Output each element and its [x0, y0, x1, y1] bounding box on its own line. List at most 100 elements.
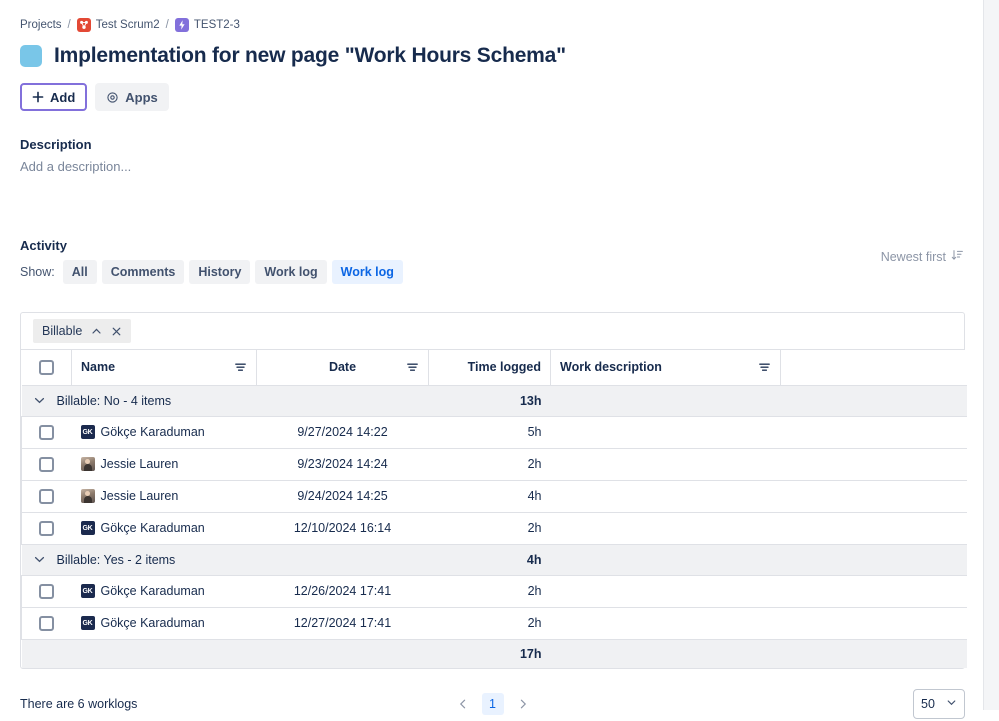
tab-work-log-active[interactable]: Work log	[331, 260, 403, 284]
add-button[interactable]: Add	[20, 83, 88, 111]
chevron-up-icon[interactable]	[91, 326, 102, 337]
filter-chip-bar: Billable	[21, 313, 964, 350]
chevron-down-icon[interactable]	[33, 553, 46, 566]
row-time-cell: 2h	[428, 575, 551, 608]
activity-section: Activity Show: All Comments History Work…	[20, 238, 979, 284]
apps-gear-icon	[106, 91, 119, 104]
filter-icon[interactable]	[406, 361, 419, 374]
close-icon[interactable]	[111, 326, 122, 337]
breadcrumb-issue[interactable]: TEST2-3	[174, 18, 240, 32]
group-row-desc-cell	[550, 544, 781, 576]
row-date-cell: 9/23/2024 14:24	[256, 448, 429, 481]
project-avatar-icon	[76, 18, 91, 32]
add-button-label: Add	[50, 89, 76, 105]
chevron-left-icon[interactable]	[452, 693, 474, 715]
chevron-down-icon[interactable]	[33, 394, 46, 407]
row-name-cell: GK Gökçe Karaduman	[71, 416, 257, 449]
table-row[interactable]: Jessie Lauren 9/24/2024 14:25 4h	[21, 480, 967, 513]
worklog-header-row: Name Date Time logged Work description	[21, 350, 967, 386]
column-header-time-logged[interactable]: Time logged	[428, 350, 551, 386]
group-total: 13h	[428, 385, 551, 417]
row-checkbox[interactable]	[39, 456, 55, 472]
row-checkbox[interactable]	[39, 488, 55, 504]
show-label: Show:	[20, 265, 55, 279]
row-checkbox[interactable]	[39, 615, 55, 631]
row-checkbox[interactable]	[39, 424, 55, 440]
sort-order-control[interactable]: Newest first	[881, 249, 963, 264]
chevron-right-icon[interactable]	[512, 693, 534, 715]
apps-button[interactable]: Apps	[95, 83, 169, 111]
column-header-name[interactable]: Name	[71, 350, 257, 386]
table-row[interactable]: GK Gökçe Karaduman 12/26/2024 17:41 2h	[21, 575, 967, 608]
tab-comments[interactable]: Comments	[101, 260, 185, 284]
column-header-spacer	[780, 350, 967, 386]
column-header-select-all	[21, 350, 72, 386]
column-header-time-logged-label: Time logged	[467, 360, 541, 375]
avatar	[80, 457, 95, 471]
row-name-label: Gökçe Karaduman	[100, 584, 205, 598]
row-date-cell: 12/10/2024 16:14	[256, 512, 429, 545]
page-title: Implementation for new page "Work Hours …	[54, 44, 566, 67]
worklog-table-head: Name Date Time logged Work description	[21, 350, 967, 386]
row-select-cell	[21, 448, 72, 481]
row-select-cell	[21, 480, 72, 513]
group-row-spacer-cell	[780, 385, 967, 417]
group-row-desc-cell	[550, 385, 781, 417]
pagination: 1	[20, 693, 965, 715]
column-header-work-description[interactable]: Work description	[550, 350, 781, 386]
page-button-1[interactable]: 1	[481, 693, 504, 715]
column-header-date-label: Date	[328, 360, 357, 375]
page-scrollbar-gutter[interactable]	[983, 0, 999, 710]
tab-history[interactable]: History	[189, 260, 251, 284]
worklog-table-body: Billable: No - 4 items 13h GK Gökçe Kara…	[21, 385, 967, 668]
table-footer: There are 6 worklogs 1 50	[20, 687, 965, 721]
breadcrumb-project-label[interactable]: Test Scrum2	[96, 19, 160, 31]
select-all-checkbox[interactable]	[38, 359, 54, 375]
page-size-select[interactable]: 50	[913, 689, 965, 719]
action-toolbar: Add Apps	[20, 83, 979, 111]
page-title-row: Implementation for new page "Work Hours …	[20, 43, 979, 69]
breadcrumb-separator-1: /	[67, 19, 71, 31]
group-label: Billable: No - 4 items	[56, 393, 172, 408]
grand-total-spacer-cell	[780, 639, 967, 668]
row-time-cell: 2h	[428, 512, 551, 545]
group-row-billable-no[interactable]: Billable: No - 4 items 13h	[21, 385, 967, 417]
row-time-cell: 4h	[428, 480, 551, 513]
column-header-date[interactable]: Date	[256, 350, 429, 386]
worklog-table: Name Date Time logged Work description B…	[21, 350, 967, 668]
row-name-cell: Jessie Lauren	[71, 448, 257, 481]
tab-all[interactable]: All	[62, 260, 97, 284]
row-select-cell	[21, 512, 72, 545]
avatar	[80, 489, 95, 503]
tab-work-log[interactable]: Work log	[255, 260, 327, 284]
page-size-value: 50	[921, 697, 935, 711]
table-row[interactable]: GK Gökçe Karaduman 12/10/2024 16:14 2h	[21, 512, 967, 545]
task-square-icon	[20, 45, 42, 67]
description-placeholder[interactable]: Add a description...	[20, 159, 979, 174]
table-row[interactable]: Jessie Lauren 9/23/2024 14:24 2h	[21, 448, 967, 481]
chevron-down-icon	[946, 697, 957, 711]
row-checkbox[interactable]	[39, 520, 55, 536]
breadcrumb-separator-2: /	[165, 19, 169, 31]
grand-total-label-cell	[21, 639, 429, 668]
grand-total-row: 17h	[21, 639, 967, 668]
grand-total-value: 17h	[428, 639, 551, 668]
table-row[interactable]: GK Gökçe Karaduman 9/27/2024 14:22 5h	[21, 416, 967, 449]
row-time-cell: 5h	[428, 416, 551, 449]
row-name-label: Jessie Lauren	[100, 457, 179, 471]
group-row-billable-yes[interactable]: Billable: Yes - 2 items 4h	[21, 544, 967, 576]
filter-icon[interactable]	[234, 361, 247, 374]
breadcrumb-issue-key[interactable]: TEST2-3	[194, 19, 240, 31]
group-by-chip-billable[interactable]: Billable	[33, 319, 132, 343]
filter-icon[interactable]	[758, 361, 771, 374]
breadcrumb-project[interactable]: Test Scrum2	[76, 18, 160, 32]
row-checkbox[interactable]	[39, 583, 55, 599]
row-name-label: Gökçe Karaduman	[100, 521, 205, 535]
breadcrumb-projects[interactable]: Projects	[20, 19, 62, 31]
avatar: GK	[80, 521, 95, 535]
row-name-label: Gökçe Karaduman	[100, 616, 205, 630]
row-time-cell: 2h	[428, 448, 551, 481]
plus-icon	[32, 91, 44, 103]
table-row[interactable]: GK Gökçe Karaduman 12/27/2024 17:41 2h	[21, 607, 967, 640]
group-row-label-cell: Billable: Yes - 2 items	[21, 544, 429, 576]
